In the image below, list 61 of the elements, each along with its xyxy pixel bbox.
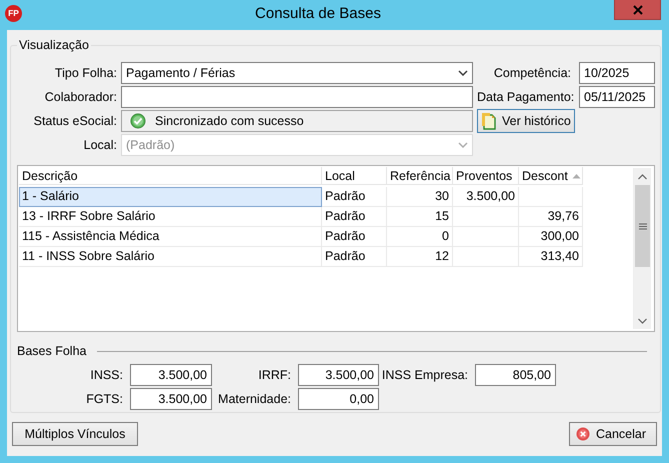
close-button[interactable] (614, 0, 661, 20)
table-cell: 30 (387, 187, 453, 207)
table-cell: Padrão (322, 247, 387, 267)
multiple-links-button[interactable]: Múltiplos Vínculos (12, 422, 138, 446)
field-label: Status eSocial: (32, 114, 117, 128)
table-cell: Padrão (322, 207, 387, 227)
input-field[interactable]: 3.500,00 (298, 364, 379, 386)
table-cell[interactable]: 115 - Assistência Médica (19, 227, 322, 247)
app-logo: FP (5, 4, 22, 22)
sort-icon (572, 172, 581, 178)
cancel-button[interactable]: Cancelar (569, 422, 657, 446)
scroll-down-icon[interactable] (638, 318, 647, 324)
column-header[interactable]: Referência (387, 167, 453, 185)
input-field[interactable] (121, 86, 473, 108)
field-label: INSS: (89, 368, 124, 382)
table-cell: 300,00 (519, 227, 583, 247)
table-cell[interactable]: 11 - INSS Sobre Salário (19, 247, 322, 267)
column-header[interactable]: Local (322, 167, 387, 185)
input-field[interactable]: 10/2025 (579, 62, 655, 84)
field-label: Competência: (492, 66, 572, 80)
input-field[interactable]: 3.500,00 (130, 364, 212, 386)
table-cell: 0 (387, 227, 453, 247)
chevron-down-icon (458, 70, 468, 76)
field-label: Maternidade: (217, 392, 292, 406)
input-field[interactable]: 805,00 (475, 364, 556, 386)
chevron-down-icon (458, 142, 468, 148)
column-header[interactable]: Descrição (19, 167, 322, 185)
input-field[interactable]: 0,00 (298, 388, 379, 410)
field-label: IRRF: (257, 368, 292, 382)
field-label: Tipo Folha: (54, 66, 117, 80)
field-label: Data Pagamento: (477, 90, 575, 104)
document-icon (481, 112, 497, 130)
table-cell[interactable]: 13 - IRRF Sobre Salário (19, 207, 322, 227)
window-title: Consulta de Bases (254, 4, 382, 22)
close-icon (632, 4, 642, 14)
group-title: Visualização (18, 38, 90, 52)
table-cell: Padrão (322, 227, 387, 247)
check-icon (130, 113, 146, 129)
section-title: Bases Folha (17, 344, 86, 358)
column-header[interactable]: Proventos (453, 167, 519, 185)
dropdown[interactable]: Pagamento / Férias (121, 62, 473, 84)
table-cell: 15 (387, 207, 453, 227)
table-cell: 313,40 (519, 247, 583, 267)
scrollbar[interactable] (633, 168, 651, 329)
input-field[interactable]: 3.500,00 (130, 388, 212, 410)
table-cell: 39,76 (519, 207, 583, 227)
table-cell[interactable]: 1 - Salário (19, 187, 322, 207)
table-cell: 3.500,00 (453, 187, 519, 207)
field-label: Local: (82, 138, 117, 152)
field-label: FGTS: (85, 392, 124, 406)
input-field[interactable]: 05/11/2025 (579, 86, 655, 108)
table-cell: Padrão (322, 187, 387, 207)
status-text: Sincronizado com sucesso (155, 114, 304, 128)
history-button[interactable]: Ver histórico (477, 109, 575, 133)
scroll-up-icon[interactable] (638, 174, 647, 180)
column-header[interactable]: Descont (519, 167, 583, 185)
field-label: Colaborador: (44, 90, 117, 104)
table-cell: 12 (387, 247, 453, 267)
field-label: INSS Empresa: (380, 368, 469, 382)
cancel-icon (576, 427, 590, 441)
scroll-thumb-icon[interactable] (638, 222, 646, 230)
